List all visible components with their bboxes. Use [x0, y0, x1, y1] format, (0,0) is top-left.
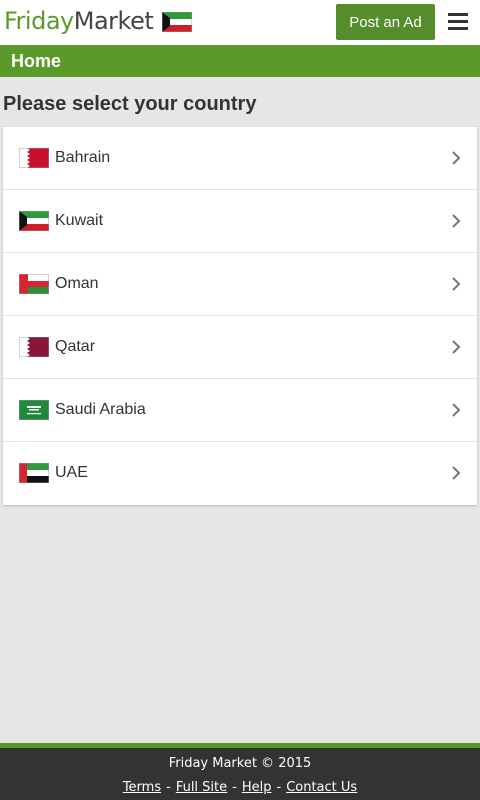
bahrain-flag-icon: [19, 148, 49, 168]
post-ad-button[interactable]: Post an Ad: [336, 4, 435, 40]
footer-link-terms[interactable]: Terms: [123, 780, 161, 795]
chevron-right-icon: [452, 340, 461, 354]
chevron-right-icon: [452, 277, 461, 291]
saudi-arabia-flag-icon: [19, 400, 49, 420]
footer-links: Terms - Full Site - Help - Contact Us: [0, 780, 480, 795]
page-title: Please select your country: [3, 93, 257, 115]
hamburger-menu-icon[interactable]: [448, 13, 468, 33]
menu-bar: [448, 13, 468, 16]
chevron-right-icon: [452, 466, 461, 480]
country-label: Kuwait: [55, 212, 104, 229]
uae-flag-icon: [19, 463, 49, 483]
chevron-right-icon: [452, 403, 461, 417]
footer-separator: -: [232, 780, 237, 795]
kuwait-flag-icon[interactable]: [162, 12, 192, 32]
country-item-uae[interactable]: UAE: [3, 442, 477, 505]
country-label: Qatar: [55, 338, 96, 355]
copyright-text: Friday Market © 2015: [168, 756, 312, 771]
logo-word-friday: Friday: [4, 7, 74, 35]
country-label: UAE: [55, 464, 88, 481]
logo-word-market: Market: [73, 7, 154, 35]
oman-flag-icon: [19, 274, 49, 294]
header: FridayMarket Post an Ad: [0, 0, 480, 45]
country-label: Oman: [55, 275, 99, 292]
country-list: Bahrain Kuwait Oman Qatar Saudi Arabia U…: [3, 127, 477, 505]
breadcrumb-bar: Home: [0, 45, 480, 77]
country-item-saudi-arabia[interactable]: Saudi Arabia: [3, 379, 477, 442]
country-label: Saudi Arabia: [55, 401, 146, 418]
country-item-qatar[interactable]: Qatar: [3, 316, 477, 379]
chevron-right-icon: [452, 214, 461, 228]
footer-separator: -: [166, 780, 171, 795]
country-item-kuwait[interactable]: Kuwait: [3, 190, 477, 253]
country-item-bahrain[interactable]: Bahrain: [3, 127, 477, 190]
qatar-flag-icon: [19, 337, 49, 357]
footer: Friday Market © 2015 Terms - Full Site - Hel…: [0, 748, 480, 800]
chevron-right-icon: [452, 151, 461, 165]
breadcrumb-home[interactable]: Home: [11, 51, 61, 72]
footer-separator: -: [276, 780, 282, 795]
menu-bar: [448, 27, 468, 30]
country-label: Bahrain: [55, 149, 111, 166]
footer-link-help[interactable]: Help: [242, 780, 272, 795]
footer-link-full-site[interactable]: Full Site: [176, 780, 227, 795]
footer-link-contact-us[interactable]: Contact Us: [286, 780, 357, 795]
country-item-oman[interactable]: Oman: [3, 253, 477, 316]
logo[interactable]: FridayMarket: [4, 6, 154, 36]
kuwait-flag-icon: [19, 211, 49, 231]
menu-bar: [448, 20, 468, 23]
